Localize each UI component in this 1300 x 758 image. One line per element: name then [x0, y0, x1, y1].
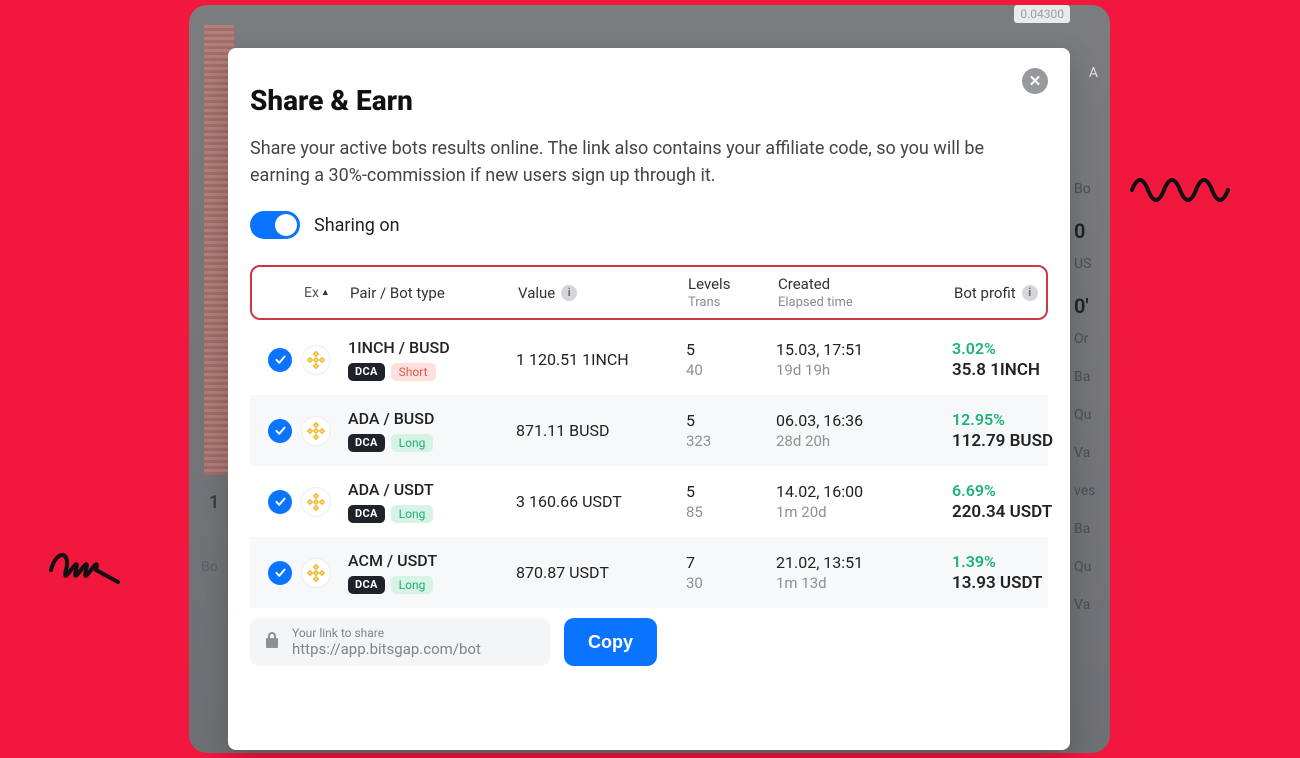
side-badge: Long: [391, 505, 434, 523]
profit-amount: 13.93 USDT: [952, 573, 1100, 593]
elapsed: 19d 19h: [776, 361, 952, 379]
decorative-squiggle: [46, 530, 126, 590]
row-checkbox[interactable]: [268, 490, 292, 514]
chart-price: 0.04300: [1014, 5, 1070, 23]
trans: 85: [686, 503, 776, 521]
share-earn-modal: ✕ Share & Earn Share your active bots re…: [228, 48, 1070, 750]
decorative-squiggle: [1130, 165, 1240, 215]
elapsed: 1m 13d: [776, 574, 952, 592]
share-link-label: Your link to share: [292, 626, 481, 640]
header-value[interactable]: Value i: [518, 284, 688, 302]
profit-amount: 220.34 USDT: [952, 502, 1100, 522]
value: 871.11 BUSD: [516, 421, 686, 440]
elapsed: 28d 20h: [776, 432, 952, 450]
profit-percent: 3.02%: [952, 339, 1100, 358]
header-created[interactable]: Created: [778, 275, 954, 293]
header-profit[interactable]: Bot profit i: [954, 284, 1102, 302]
row-checkbox[interactable]: [268, 561, 292, 585]
value: 1 120.51 1INCH: [516, 350, 686, 369]
bot-type-badge: DCA: [348, 576, 385, 594]
bg-right-item: US: [1070, 245, 1110, 283]
side-badge: Long: [391, 576, 434, 594]
table-row[interactable]: ADA / USDT DCA Long 3 160.66 USDT5 8514.02, …: [250, 466, 1048, 537]
trans: 323: [686, 432, 776, 450]
profit-amount: 35.8 1INCH: [952, 360, 1100, 380]
share-link-url: https://app.bitsgap.com/bot: [292, 640, 481, 658]
levels: 5: [686, 482, 776, 501]
info-icon[interactable]: i: [1022, 285, 1038, 301]
elapsed: 1m 20d: [776, 503, 952, 521]
toggle-knob: [275, 214, 297, 236]
bg-left-label: Bo: [201, 559, 218, 575]
close-icon: ✕: [1029, 72, 1042, 90]
created: 15.03, 17:51: [776, 340, 952, 359]
pair-name: ACM / USDT: [348, 551, 516, 570]
profit-percent: 12.95%: [952, 410, 1100, 429]
bg-right-item: 0: [1070, 208, 1110, 245]
header-elapsed: Elapsed time: [778, 295, 954, 310]
created: 14.02, 16:00: [776, 482, 952, 501]
trans: 40: [686, 361, 776, 379]
value: 870.87 USDT: [516, 563, 686, 582]
table-row[interactable]: ADA / BUSD DCA Long 871.11 BUSD5 32306.03, 1…: [250, 395, 1048, 466]
pair-name: 1INCH / BUSD: [348, 338, 516, 357]
sort-asc-icon: ▲: [321, 287, 330, 298]
created: 21.02, 13:51: [776, 553, 952, 572]
row-checkbox[interactable]: [268, 348, 292, 372]
row-checkbox[interactable]: [268, 419, 292, 443]
modal-description: Share your active bots results online. T…: [250, 135, 1010, 189]
bg-left-num: 1: [209, 492, 219, 513]
info-icon[interactable]: i: [561, 285, 577, 301]
share-link-box: Your link to share https://app.bitsgap.c…: [250, 618, 550, 666]
binance-icon: [302, 346, 330, 374]
bot-type-badge: DCA: [348, 434, 385, 452]
side-badge: Short: [391, 363, 436, 381]
value: 3 160.66 USDT: [516, 492, 686, 511]
bg-right-item: Bo: [1070, 170, 1110, 208]
profit-amount: 112.79 BUSD: [952, 431, 1100, 451]
lock-icon: [264, 631, 280, 653]
sharing-toggle-label: Sharing on: [314, 215, 400, 236]
header-trans: Trans: [688, 295, 778, 310]
modal-title: Share & Earn: [250, 84, 1048, 117]
profit-percent: 6.69%: [952, 481, 1100, 500]
header-exchange[interactable]: Ex ▲: [304, 285, 350, 301]
levels: 5: [686, 411, 776, 430]
close-button[interactable]: ✕: [1022, 68, 1048, 94]
header-pair[interactable]: Pair / Bot type: [350, 284, 518, 302]
table-row[interactable]: ACM / USDT DCA Long 870.87 USDT7 3021.02, 13…: [250, 537, 1048, 608]
pair-name: ADA / BUSD: [348, 409, 516, 428]
binance-icon: [302, 417, 330, 445]
binance-icon: [302, 559, 330, 587]
header-levels[interactable]: Levels: [688, 275, 778, 293]
bg-letter: A: [1089, 65, 1098, 81]
bot-type-badge: DCA: [348, 505, 385, 523]
bot-type-badge: DCA: [348, 363, 385, 381]
levels: 7: [686, 553, 776, 572]
side-badge: Long: [391, 434, 434, 452]
trans: 30: [686, 574, 776, 592]
created: 06.03, 16:36: [776, 411, 952, 430]
table-row[interactable]: 1INCH / BUSD DCA Short 1 120.51 1INCH5 4015.…: [250, 324, 1048, 395]
copy-button[interactable]: Copy: [564, 618, 657, 666]
pair-name: ADA / USDT: [348, 480, 516, 499]
levels: 5: [686, 340, 776, 359]
binance-icon: [302, 488, 330, 516]
profit-percent: 1.39%: [952, 552, 1100, 571]
sharing-toggle[interactable]: [250, 211, 300, 239]
table-header: Ex ▲ Pair / Bot type Value i Levels Tran…: [250, 265, 1048, 320]
